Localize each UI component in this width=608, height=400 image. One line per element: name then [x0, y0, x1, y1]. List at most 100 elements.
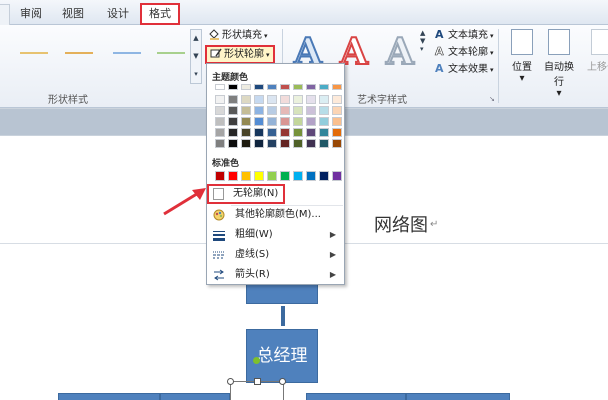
org-chart-node-general-manager[interactable]: 总经理 — [246, 329, 318, 383]
standard-color-swatch[interactable] — [215, 171, 225, 181]
theme-color-swatch[interactable] — [241, 139, 251, 148]
theme-color-swatch[interactable] — [332, 128, 342, 137]
theme-color-swatch[interactable] — [306, 117, 316, 126]
standard-color-swatch[interactable] — [319, 171, 329, 181]
standard-color-swatch[interactable] — [228, 171, 238, 181]
theme-color-swatch[interactable] — [241, 84, 251, 90]
standard-color-swatch[interactable] — [267, 171, 277, 181]
theme-color-swatch[interactable] — [254, 117, 264, 126]
theme-color-swatch[interactable] — [280, 139, 290, 148]
theme-color-swatch[interactable] — [319, 128, 329, 137]
theme-color-swatch[interactable] — [280, 95, 290, 104]
line-style-3[interactable] — [113, 52, 141, 54]
tab-design[interactable]: 设计 — [107, 4, 129, 25]
theme-color-swatch[interactable] — [241, 106, 251, 115]
resize-handle[interactable] — [279, 378, 286, 385]
text-fill-button[interactable]: A 文本填充 ▾ — [434, 28, 494, 45]
document-title[interactable]: 网络图 — [374, 211, 428, 237]
theme-color-swatch[interactable] — [319, 95, 329, 104]
tab-format[interactable]: 格式 — [140, 3, 180, 25]
theme-color-swatch[interactable] — [293, 117, 303, 126]
wordart-dialog-launcher-icon[interactable]: ↘ — [489, 95, 495, 103]
rotation-handle[interactable] — [253, 357, 260, 364]
theme-color-swatch[interactable] — [267, 95, 277, 104]
theme-color-swatch[interactable] — [215, 106, 225, 115]
scroll-down-icon[interactable]: ▼ — [191, 48, 201, 66]
theme-color-swatch[interactable] — [228, 95, 238, 104]
theme-color-swatch[interactable] — [215, 139, 225, 148]
theme-color-swatch[interactable] — [228, 84, 238, 90]
tab-view[interactable]: 视图 — [62, 4, 84, 25]
dashes-item[interactable]: 虚线(S) ▶ — [209, 246, 342, 264]
theme-color-swatch[interactable] — [254, 106, 264, 115]
theme-color-swatch[interactable] — [306, 106, 316, 115]
theme-color-swatch[interactable] — [241, 95, 251, 104]
theme-color-swatch[interactable] — [293, 128, 303, 137]
org-chart-node-bottom[interactable] — [406, 393, 510, 400]
theme-color-swatch[interactable] — [280, 117, 290, 126]
theme-color-swatch[interactable] — [306, 95, 316, 104]
theme-color-swatch[interactable] — [319, 84, 329, 90]
line-style-2[interactable] — [65, 52, 93, 54]
tab-review[interactable]: 审阅 — [20, 4, 42, 25]
standard-color-swatch[interactable] — [293, 171, 303, 181]
theme-color-swatch[interactable] — [332, 95, 342, 104]
theme-color-swatch[interactable] — [241, 117, 251, 126]
theme-color-swatch[interactable] — [267, 139, 277, 148]
theme-color-swatch[interactable] — [319, 117, 329, 126]
theme-color-swatch[interactable] — [254, 139, 264, 148]
standard-color-swatch[interactable] — [306, 171, 316, 181]
shape-fill-button[interactable]: 形状填充 ▾ — [208, 28, 268, 45]
shape-styles-scroller[interactable]: ▲ ▼ ▾ — [190, 29, 202, 84]
theme-color-swatch[interactable] — [280, 128, 290, 137]
theme-color-swatch[interactable] — [215, 128, 225, 137]
theme-color-swatch[interactable] — [267, 128, 277, 137]
theme-color-swatch[interactable] — [241, 128, 251, 137]
theme-color-swatch[interactable] — [293, 106, 303, 115]
shape-outline-button[interactable]: 形状轮廓 ▾ — [205, 45, 275, 64]
theme-color-swatch[interactable] — [319, 139, 329, 148]
theme-color-swatch[interactable] — [293, 84, 303, 90]
wrap-text-button[interactable]: 自动换行 ▾ — [540, 29, 578, 99]
theme-color-swatch[interactable] — [215, 117, 225, 126]
theme-color-swatch[interactable] — [332, 139, 342, 148]
org-chart-node-bottom[interactable] — [160, 393, 230, 400]
theme-color-swatch[interactable] — [254, 84, 264, 90]
theme-color-swatch[interactable] — [293, 139, 303, 148]
more-icon[interactable]: ▾ — [191, 66, 201, 84]
line-style-4[interactable] — [157, 52, 185, 54]
theme-color-swatch[interactable] — [319, 106, 329, 115]
theme-color-swatch[interactable] — [228, 117, 238, 126]
resize-handle[interactable] — [254, 378, 261, 385]
theme-color-swatch[interactable] — [306, 139, 316, 148]
theme-color-swatch[interactable] — [228, 139, 238, 148]
theme-color-swatch[interactable] — [254, 128, 264, 137]
theme-color-swatch[interactable] — [267, 117, 277, 126]
standard-color-swatch[interactable] — [254, 171, 264, 181]
resize-handle[interactable] — [227, 378, 234, 385]
theme-color-swatch[interactable] — [332, 84, 342, 90]
theme-color-swatch[interactable] — [228, 128, 238, 137]
theme-color-swatch[interactable] — [280, 84, 290, 90]
theme-color-swatch[interactable] — [306, 84, 316, 90]
theme-color-swatch[interactable] — [332, 117, 342, 126]
theme-color-swatch[interactable] — [267, 106, 277, 115]
text-outline-button[interactable]: A 文本轮廓 ▾ — [434, 45, 494, 62]
no-outline-item[interactable]: 无轮廓(N) — [207, 184, 285, 204]
theme-color-swatch[interactable] — [215, 95, 225, 104]
theme-color-swatch[interactable] — [215, 84, 225, 90]
theme-color-swatch[interactable] — [293, 95, 303, 104]
arrows-item[interactable]: 箭头(R) ▶ — [209, 266, 342, 284]
theme-color-swatch[interactable] — [332, 106, 342, 115]
theme-color-swatch[interactable] — [280, 106, 290, 115]
standard-color-swatch[interactable] — [241, 171, 251, 181]
text-effects-button[interactable]: A 文本效果 ▾ — [434, 62, 494, 79]
scroll-up-icon[interactable]: ▲ — [191, 30, 201, 48]
theme-color-swatch[interactable] — [254, 95, 264, 104]
wordart-scroller[interactable]: ▲ ▼ ▾ — [420, 29, 430, 84]
org-chart-node-bottom[interactable] — [306, 393, 406, 400]
org-chart-node-bottom[interactable] — [58, 393, 160, 400]
bring-forward-button[interactable]: 上移一 — [582, 29, 608, 73]
standard-color-swatch[interactable] — [332, 171, 342, 181]
position-button[interactable]: 位置 ▾ — [503, 29, 541, 84]
